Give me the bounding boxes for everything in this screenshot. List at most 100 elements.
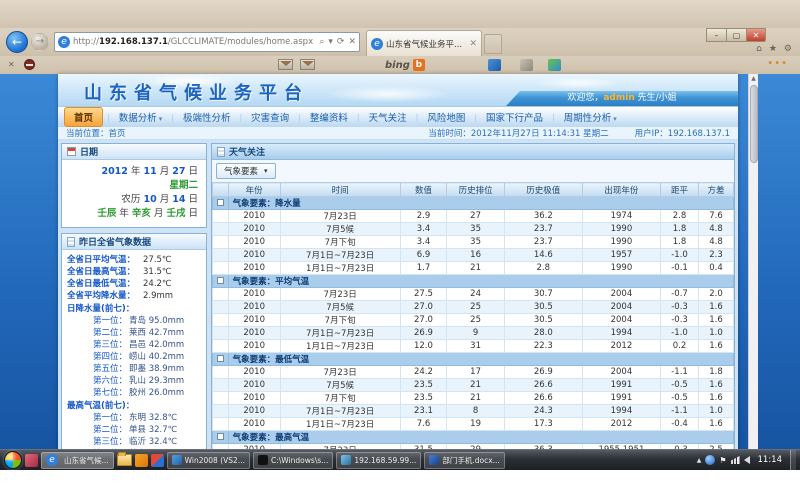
checkbox[interactable]	[217, 199, 224, 206]
taskbar-window-button-3[interactable]: 部门手机.docx...	[424, 452, 504, 469]
app-icon-media[interactable]	[151, 454, 164, 467]
cell: 7月5候	[280, 223, 400, 236]
explorer-icon[interactable]	[117, 454, 132, 466]
welcome-banner: 欢迎您，admin 先生/小姐	[506, 91, 738, 106]
mail-icon[interactable]	[278, 59, 293, 70]
cell: 2010	[228, 418, 280, 431]
taskbar-ie-button[interactable]: e 山东省气候...	[41, 452, 114, 469]
menu-item-8[interactable]: 周期性分析▾	[555, 108, 626, 126]
browser-tab[interactable]: e 山东省气候业务平... ✕	[366, 30, 482, 56]
taskbar-window-button-1[interactable]: C:\Windows\s...	[253, 452, 333, 469]
menu-item-0[interactable]: 首页	[64, 107, 103, 127]
back-icon: ←	[12, 35, 22, 49]
row-indent-cell	[213, 223, 229, 236]
checkbox[interactable]	[217, 433, 224, 440]
cell: 2010	[228, 288, 280, 301]
cell: 35	[447, 236, 504, 249]
address-bar[interactable]: e http://192.168.137.1/GLCCLIMATE/module…	[54, 32, 360, 52]
menu-item-5[interactable]: 天气关注	[360, 108, 416, 126]
hidden-icons-arrow[interactable]: ▲	[697, 457, 702, 464]
cell: 3.4	[400, 223, 447, 236]
checkbox[interactable]	[217, 277, 224, 284]
cell: 2010	[228, 379, 280, 392]
share-icon[interactable]	[520, 59, 533, 71]
translate-icon[interactable]	[548, 59, 561, 71]
search-icon[interactable]: ⌕	[319, 37, 324, 47]
checkbox[interactable]	[217, 355, 224, 362]
table-row: 20107月23日2.92736.219742.87.6	[213, 210, 734, 223]
row-indent-cell	[213, 288, 229, 301]
menu-item-7[interactable]: 国家下行产品	[477, 108, 552, 126]
menu-item-2[interactable]: 极端性分析	[174, 108, 240, 126]
cell: 7月下旬	[280, 392, 400, 405]
table-row: 20107月23日27.52430.72004-0.72.0	[213, 288, 734, 301]
element-dropdown-button[interactable]: 气象要素 ▾	[216, 163, 276, 179]
table-row: 20101月1日~7月23日1.7212.81990-0.10.4	[213, 262, 734, 275]
table-row: 20107月5候23.52126.61991-0.51.6	[213, 379, 734, 392]
user-ip: 用户IP：192.168.137.1	[635, 127, 730, 139]
cell: -0.3	[661, 301, 699, 314]
cell: 2010	[228, 314, 280, 327]
taskbar-clock[interactable]: 11:14	[754, 455, 787, 465]
blocked-icon[interactable]	[24, 59, 35, 70]
refresh-icon[interactable]: ⟳	[337, 37, 345, 47]
forward-button[interactable]: →	[31, 33, 49, 51]
bing-icon[interactable]: b	[413, 59, 425, 71]
section-header-row[interactable]: 气象要素：最高气温	[213, 431, 734, 444]
home-icon[interactable]: ⌂	[756, 44, 762, 54]
toolbar-close-icon[interactable]: ✕	[8, 60, 15, 69]
minimize-button[interactable]: –	[706, 28, 726, 42]
close-button[interactable]: ✕	[746, 28, 766, 42]
star-icon[interactable]: ★	[769, 44, 777, 54]
section-header-row[interactable]: 气象要素：降水量	[213, 197, 734, 210]
launcher-icon[interactable]	[25, 454, 38, 467]
taskbar-window-button-2[interactable]: 192.168.59.99...	[336, 452, 421, 469]
new-tab-button[interactable]	[484, 34, 502, 54]
window-label: 192.168.59.99...	[354, 456, 416, 465]
show-desktop-button[interactable]	[790, 450, 796, 471]
globe-tray-icon[interactable]	[705, 455, 715, 465]
section-header-row[interactable]: 气象要素：平均气温	[213, 275, 734, 288]
tab-close-icon[interactable]: ✕	[469, 39, 477, 49]
menu-item-4[interactable]: 整编资料	[301, 108, 357, 126]
taskbar-windows: Win2008 (VS2...C:\Windows\s... 192.168.59…	[167, 452, 505, 469]
window-label: 部门手机.docx...	[442, 455, 499, 466]
scrollbar-thumb[interactable]	[750, 85, 758, 163]
menu-item-6[interactable]: 风险地图	[418, 108, 474, 126]
row-indent-cell	[213, 366, 229, 379]
weather-focus-header: 天气关注	[212, 144, 734, 160]
camera-icon[interactable]	[488, 59, 501, 71]
ranking-row: 第二位：单县 32.7℃	[67, 424, 204, 436]
column-header-0: 年份	[228, 183, 280, 197]
cell: 1.0	[699, 405, 734, 418]
section-header-row[interactable]: 气象要素：最低气温	[213, 353, 734, 366]
menu-item-1[interactable]: 数据分析▾	[110, 108, 172, 126]
cell: 30.5	[504, 301, 582, 314]
volume-icon[interactable]	[744, 456, 750, 464]
scroll-up-icon[interactable]: ▲	[749, 74, 758, 84]
app-icon-orange[interactable]	[135, 454, 148, 467]
page: 山东省气候业务平台 欢迎您，admin 先生/小姐 首页|数据分析▾|极端性分析…	[58, 74, 738, 470]
back-button[interactable]: ←	[6, 31, 28, 53]
maximize-button[interactable]: ▢	[726, 28, 746, 42]
ranking-row: 第一位：东明 32.8℃	[67, 412, 204, 424]
ranking-value: 胶州 26.0mm	[129, 387, 184, 399]
cell: -1.0	[661, 249, 699, 262]
header-cell-empty	[213, 183, 229, 197]
taskbar-window-button-0[interactable]: Win2008 (VS2...	[167, 452, 250, 469]
stop-icon[interactable]: ✕	[348, 37, 356, 47]
gear-icon[interactable]: ⚙	[784, 44, 792, 54]
bing-logo: bing	[385, 60, 410, 71]
cell: 27.0	[400, 314, 447, 327]
ranking-label: 第六位：	[93, 375, 129, 387]
calendar-text: 10	[143, 194, 156, 205]
chevron-down-icon[interactable]: ▾	[328, 37, 333, 47]
network-icon[interactable]	[731, 456, 740, 464]
menu-item-3[interactable]: 灾害查询	[242, 108, 298, 126]
action-center-flag-icon[interactable]: ⚑	[719, 456, 726, 465]
start-button[interactable]	[4, 451, 22, 469]
cell: 2.8	[504, 262, 582, 275]
vertical-scrollbar[interactable]: ▲ ▼	[748, 74, 758, 470]
send-icon[interactable]	[300, 59, 315, 70]
more-icon[interactable]: •••	[767, 58, 788, 69]
